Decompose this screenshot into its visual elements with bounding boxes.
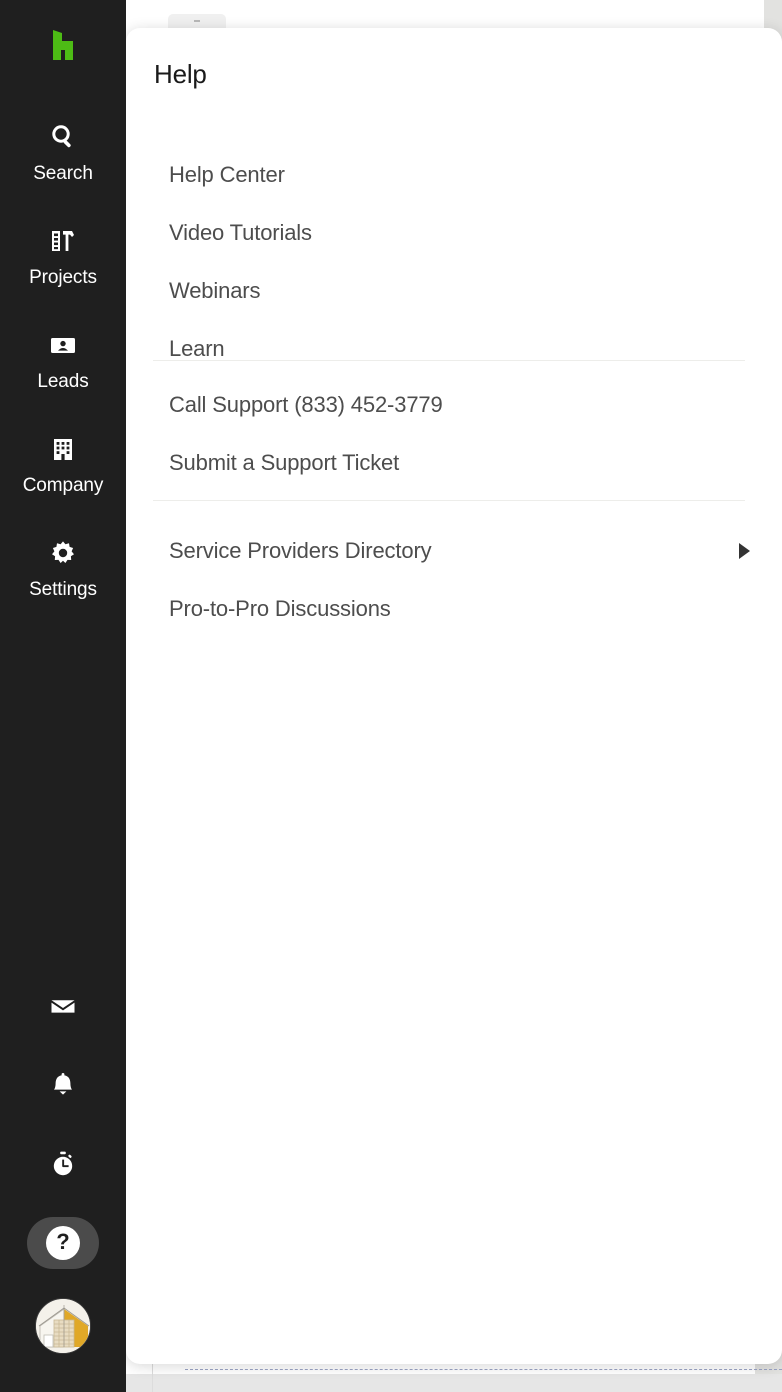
menu-item-label: Webinars: [169, 278, 261, 303]
sidebar-item-label: Leads: [37, 371, 89, 392]
sidebar-utility-list: ?: [0, 966, 126, 1392]
sidebar-item-company[interactable]: Company: [0, 426, 126, 530]
help-group-resources: Help Center Video Tutorials Webinars Lea…: [126, 146, 782, 378]
menu-item-submit-support-ticket[interactable]: Submit a Support Ticket: [126, 434, 782, 492]
contact-card-icon: [46, 328, 80, 362]
background-top-cap-tick: [194, 20, 200, 22]
sidebar-item-help[interactable]: ?: [0, 1203, 126, 1282]
user-avatar[interactable]: [35, 1298, 91, 1354]
menu-item-label: Submit a Support Ticket: [169, 450, 400, 475]
sidebar-item-label: Settings: [29, 579, 97, 600]
sidebar-item-account[interactable]: [0, 1282, 126, 1370]
menu-item-help-center[interactable]: Help Center: [126, 146, 782, 204]
sidebar-item-leads[interactable]: Leads: [0, 322, 126, 426]
menu-item-service-providers-directory[interactable]: Service Providers Directory: [126, 522, 782, 580]
sidebar-item-time-tracking[interactable]: [0, 1124, 126, 1203]
menu-item-pro-to-pro-discussions[interactable]: Pro-to-Pro Discussions: [126, 580, 782, 638]
question-mark-icon: ?: [46, 1225, 80, 1260]
background-bottom-band: [126, 1374, 782, 1392]
menu-item-label: Service Providers Directory: [169, 538, 432, 563]
ruler-hammer-icon: [46, 224, 80, 258]
left-sidebar: Search Projects Leads Company Settings ?: [0, 0, 126, 1392]
help-flyout-panel: Help Help Center Video Tutorials Webinar…: [126, 28, 782, 1364]
sidebar-item-label: Search: [33, 163, 93, 184]
sidebar-item-notifications[interactable]: [0, 1045, 126, 1124]
gear-icon: [46, 536, 80, 570]
menu-item-webinars[interactable]: Webinars: [126, 262, 782, 320]
sidebar-item-label: Company: [22, 475, 104, 496]
chevron-right-icon: [739, 543, 750, 559]
menu-item-label: Call Support (833) 452-3779: [169, 392, 443, 417]
help-group-support: Call Support (833) 452-3779 Submit a Sup…: [126, 376, 782, 492]
sidebar-nav-list: Search Projects Leads Company Settings: [0, 114, 126, 634]
menu-item-label: Video Tutorials: [169, 220, 312, 245]
help-button-pill[interactable]: ?: [27, 1216, 99, 1269]
houzz-logo[interactable]: [40, 22, 86, 68]
background-dashed-rule: [185, 1369, 782, 1370]
menu-item-label: Help Center: [169, 162, 285, 187]
sidebar-item-projects[interactable]: Projects: [0, 218, 126, 322]
app-root: ) Help Help Center Video Tutorials Webin…: [0, 0, 782, 1392]
bell-icon: [46, 1068, 80, 1102]
sidebar-item-settings[interactable]: Settings: [0, 530, 126, 634]
sidebar-item-search[interactable]: Search: [0, 114, 126, 218]
sidebar-item-label: Projects: [29, 267, 97, 288]
search-icon: [46, 120, 80, 154]
menu-item-label: Pro-to-Pro Discussions: [169, 596, 391, 621]
menu-item-video-tutorials[interactable]: Video Tutorials: [126, 204, 782, 262]
help-panel-title: Help: [154, 59, 207, 89]
menu-item-learn[interactable]: Learn: [126, 320, 782, 378]
sidebar-item-messages[interactable]: [0, 966, 126, 1045]
building-icon: [46, 432, 80, 466]
help-group-community: Service Providers Directory Pro-to-Pro D…: [126, 522, 782, 638]
help-divider-2: [153, 500, 745, 501]
stopwatch-icon: [46, 1147, 80, 1181]
menu-item-call-support[interactable]: Call Support (833) 452-3779: [126, 376, 782, 434]
envelope-icon: [46, 989, 80, 1023]
menu-item-label: Learn: [169, 336, 225, 361]
help-divider-1: [153, 360, 745, 361]
